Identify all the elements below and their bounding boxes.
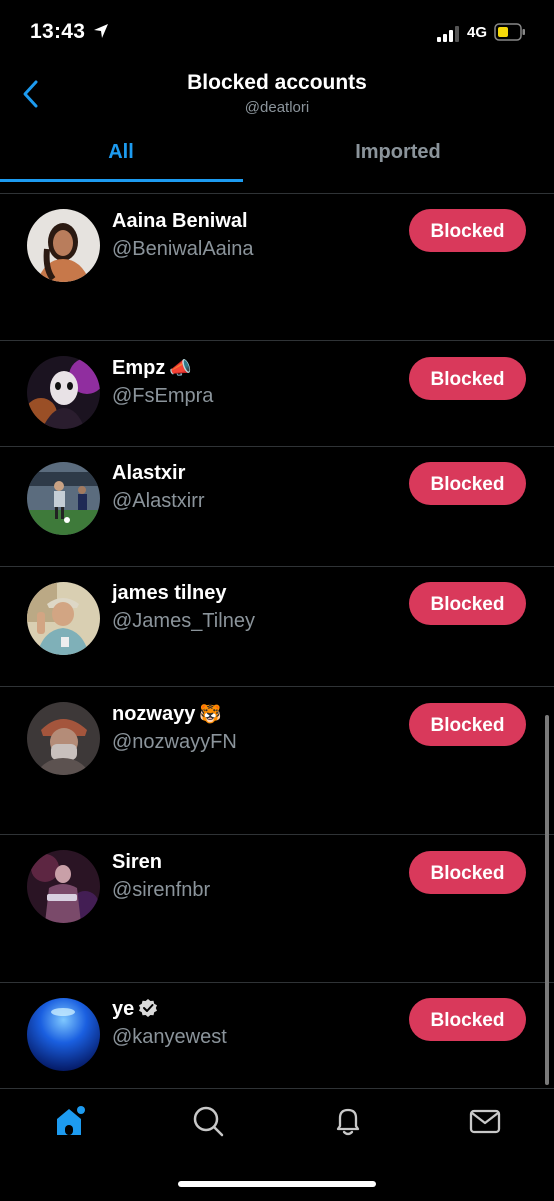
battery-icon	[494, 23, 525, 41]
avatar[interactable]	[27, 582, 100, 655]
account-name-line: Empz 📣	[112, 357, 192, 380]
status-time: 13:43	[30, 20, 86, 43]
home-icon[interactable]	[52, 1103, 88, 1139]
account-handle-subtitle: @deatlori	[244, 99, 310, 116]
list-item[interactable]: nozwayy 🐯 @nozwayyFN Blocked	[0, 687, 554, 835]
megaphone-emoji: 📣	[169, 358, 192, 378]
notifications-icon[interactable]	[330, 1103, 366, 1139]
avatar[interactable]	[27, 209, 100, 282]
blocked-button[interactable]: Blocked	[409, 703, 526, 746]
page-title: Blocked accounts	[187, 71, 367, 94]
scrollbar[interactable]	[545, 715, 549, 1085]
tab-bar: All Imported	[0, 128, 554, 182]
avatar[interactable]	[27, 462, 100, 535]
list-item[interactable]: Aaina Beniwal @BeniwalAaina Blocked	[0, 194, 554, 341]
blocked-button[interactable]: Blocked	[409, 209, 526, 252]
account-handle: @sirenfnbr	[112, 879, 211, 901]
blocked-button[interactable]: Blocked	[409, 851, 526, 894]
list-item[interactable]: james tilney @James_Tilney Blocked	[0, 567, 554, 687]
account-name: Aaina Beniwal	[112, 210, 248, 232]
avatar[interactable]	[27, 850, 100, 923]
tab-all[interactable]: All	[0, 128, 242, 180]
account-name: ye	[112, 998, 135, 1020]
tab-imported[interactable]: Imported	[277, 128, 519, 180]
location-arrow-icon	[94, 24, 108, 38]
blocked-button[interactable]: Blocked	[409, 998, 526, 1041]
account-name: Siren	[112, 851, 163, 873]
account-name-line: ye	[112, 998, 158, 1021]
account-name: nozwayy	[112, 703, 196, 725]
verified-badge-icon	[139, 999, 158, 1017]
blocked-button[interactable]: Blocked	[409, 462, 526, 505]
account-handle: @FsEmpra	[112, 385, 214, 407]
avatar[interactable]	[27, 356, 100, 429]
active-tab-indicator	[0, 179, 243, 182]
list-item[interactable]: Siren @sirenfnbr Blocked	[0, 835, 554, 983]
status-bar: 13:43 4G	[0, 0, 554, 66]
blocked-button[interactable]: Blocked	[409, 357, 526, 400]
account-name: Empz	[112, 357, 166, 379]
avatar[interactable]	[27, 998, 100, 1071]
account-name: james tilney	[112, 582, 227, 604]
account-name: Alastxir	[112, 462, 186, 484]
list-item[interactable]: Alastxir @Alastxirr Blocked	[0, 447, 554, 567]
account-handle: @nozwayyFN	[112, 731, 237, 753]
account-handle: @Alastxirr	[112, 490, 205, 512]
account-handle: @kanyewest	[112, 1026, 227, 1048]
header: Blocked accounts @deatlori	[0, 66, 554, 126]
messages-icon[interactable]	[467, 1103, 503, 1139]
account-name-line: nozwayy 🐯	[112, 703, 222, 726]
search-icon[interactable]	[190, 1103, 226, 1139]
list-item[interactable]: Empz 📣 @FsEmpra Blocked	[0, 341, 554, 447]
blocked-button[interactable]: Blocked	[409, 582, 526, 625]
tiger-emoji: 🐯	[199, 704, 222, 724]
account-handle: @BeniwalAaina	[112, 238, 254, 260]
home-indicator[interactable]	[178, 1181, 376, 1187]
network-type: 4G	[467, 24, 488, 41]
list-item[interactable]: ye @kanyewest Blocked	[0, 983, 554, 1088]
avatar[interactable]	[27, 702, 100, 775]
cellular-signal-icon	[437, 26, 459, 42]
account-handle: @James_Tilney	[112, 610, 255, 632]
